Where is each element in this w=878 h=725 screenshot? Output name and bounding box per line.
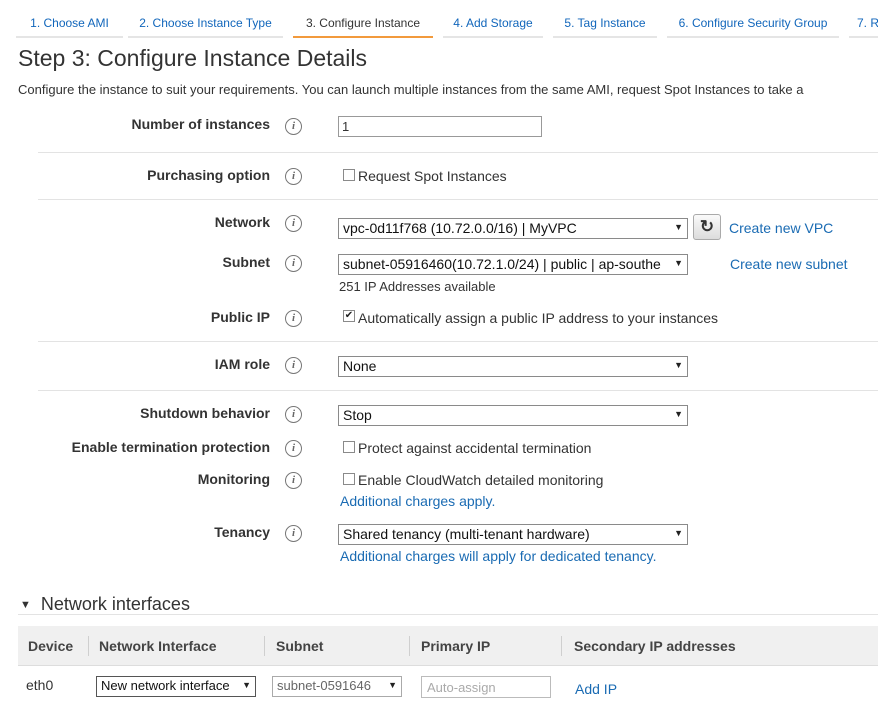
wizard-tabs: 1. Choose AMI 2. Choose Instance Type 3.… <box>0 0 878 38</box>
row-subnet-value: subnet-0591646 <box>277 678 371 693</box>
column-header-network-interface: Network Interface <box>99 638 217 654</box>
info-icon[interactable]: i <box>285 357 302 374</box>
chevron-down-icon: ▼ <box>674 258 683 268</box>
tab-tag-instance[interactable]: 5. Tag Instance <box>553 11 657 38</box>
column-header-primary-ip: Primary IP <box>421 638 491 654</box>
info-icon[interactable]: i <box>285 168 302 185</box>
info-icon[interactable]: i <box>285 255 302 272</box>
column-header-device: Device <box>28 638 74 654</box>
chevron-down-icon: ▼ <box>674 409 683 419</box>
column-divider <box>561 636 562 656</box>
info-icon[interactable]: i <box>285 440 302 457</box>
column-header-subnet: Subnet <box>276 638 324 654</box>
label-network: Network <box>214 214 270 230</box>
shutdown-behavior-select[interactable]: Stop ▼ <box>338 405 688 426</box>
refresh-button[interactable]: ↻ <box>693 214 721 240</box>
row-network-interface-select[interactable]: New network interface ▼ <box>96 676 256 697</box>
column-divider <box>264 636 265 656</box>
divider <box>38 199 878 200</box>
request-spot-label: Request Spot Instances <box>358 168 507 184</box>
label-number-of-instances: Number of instances <box>131 116 270 132</box>
monitoring-checkbox[interactable] <box>343 473 355 485</box>
divider <box>18 614 878 615</box>
info-icon[interactable]: i <box>285 525 302 542</box>
row-network-interface-value: New network interface <box>101 678 230 693</box>
tab-choose-ami[interactable]: 1. Choose AMI <box>16 11 123 38</box>
info-icon[interactable]: i <box>285 215 302 232</box>
chevron-down-icon: ▼ <box>674 222 683 232</box>
column-divider <box>409 636 410 656</box>
page-title: Step 3: Configure Instance Details <box>18 45 368 71</box>
tab-choose-instance-type[interactable]: 2. Choose Instance Type <box>128 11 283 38</box>
label-shutdown-behavior: Shutdown behavior <box>140 405 270 421</box>
refresh-icon: ↻ <box>699 217 715 236</box>
label-purchasing-option: Purchasing option <box>147 167 270 183</box>
info-icon[interactable]: i <box>285 118 302 135</box>
column-header-secondary-ip: Secondary IP addresses <box>574 638 736 654</box>
tenancy-charges-link[interactable]: Additional charges will apply for dedica… <box>340 548 656 564</box>
tab-configure-security-group[interactable]: 6. Configure Security Group <box>667 11 839 38</box>
tab-review[interactable]: 7. R <box>849 11 878 38</box>
page-description: Configure the instance to suit your requ… <box>18 82 804 97</box>
label-tenancy: Tenancy <box>214 524 270 540</box>
tenancy-select[interactable]: Shared tenancy (multi-tenant hardware) ▼ <box>338 524 688 545</box>
create-new-subnet-link[interactable]: Create new subnet <box>730 256 848 272</box>
info-icon[interactable]: i <box>285 310 302 327</box>
info-icon[interactable]: i <box>285 406 302 423</box>
chevron-down-icon: ▼ <box>388 680 397 690</box>
termination-protection-label: Protect against accidental termination <box>358 440 592 456</box>
row-device: eth0 <box>26 677 54 693</box>
subnet-select-value: subnet-05916460(10.72.1.0/24) | public |… <box>343 256 661 272</box>
subnet-select[interactable]: subnet-05916460(10.72.1.0/24) | public |… <box>338 254 688 275</box>
divider <box>38 390 878 391</box>
row-primary-ip-input[interactable]: Auto-assign <box>421 676 551 698</box>
network-interfaces-toggle[interactable]: ▼ Network interfaces <box>20 594 190 615</box>
network-interfaces-title: Network interfaces <box>40 594 190 614</box>
chevron-down-icon: ▼ <box>242 680 251 690</box>
iam-role-select-value: None <box>343 358 377 374</box>
label-subnet: Subnet <box>222 254 270 270</box>
chevron-down-icon: ▼ <box>674 360 683 370</box>
chevron-down-icon: ▼ <box>674 528 683 538</box>
public-ip-checkbox[interactable]: ✔ <box>343 310 355 322</box>
create-new-vpc-link[interactable]: Create new VPC <box>729 220 833 236</box>
row-subnet-select[interactable]: subnet-0591646 ▼ <box>272 676 402 697</box>
termination-protection-checkbox[interactable] <box>343 441 355 453</box>
label-public-ip: Public IP <box>210 309 270 325</box>
network-select[interactable]: vpc-0d11f768 (10.72.0.0/16) | MyVPC ▼ <box>338 218 688 239</box>
monitoring-label: Enable CloudWatch detailed monitoring <box>358 472 604 488</box>
public-ip-label: Automatically assign a public IP address… <box>358 310 719 326</box>
tab-add-storage[interactable]: 4. Add Storage <box>443 11 543 38</box>
info-icon[interactable]: i <box>285 472 302 489</box>
column-divider <box>88 636 89 656</box>
monitoring-charges-link[interactable]: Additional charges apply. <box>340 493 495 509</box>
add-ip-link[interactable]: Add IP <box>575 681 617 697</box>
label-monitoring: Monitoring <box>197 471 270 487</box>
network-select-value: vpc-0d11f768 (10.72.0.0/16) | MyVPC <box>343 220 577 236</box>
divider <box>38 152 878 153</box>
collapse-icon: ▼ <box>20 599 31 611</box>
label-iam-role: IAM role <box>214 356 270 372</box>
label-termination-protection: Enable termination protection <box>71 439 270 455</box>
iam-role-select[interactable]: None ▼ <box>338 356 688 377</box>
divider <box>38 341 878 342</box>
network-interfaces-table-header: Device Network Interface Subnet Primary … <box>18 626 878 666</box>
shutdown-behavior-select-value: Stop <box>343 407 372 423</box>
number-of-instances-input[interactable]: 1 <box>338 116 542 137</box>
checkmark-icon: ✔ <box>344 310 354 321</box>
subnet-available-ips: 251 IP Addresses available <box>339 279 496 294</box>
tenancy-select-value: Shared tenancy (multi-tenant hardware) <box>343 526 590 542</box>
tab-configure-instance[interactable]: 3. Configure Instance <box>293 11 433 38</box>
request-spot-checkbox[interactable] <box>343 169 355 181</box>
